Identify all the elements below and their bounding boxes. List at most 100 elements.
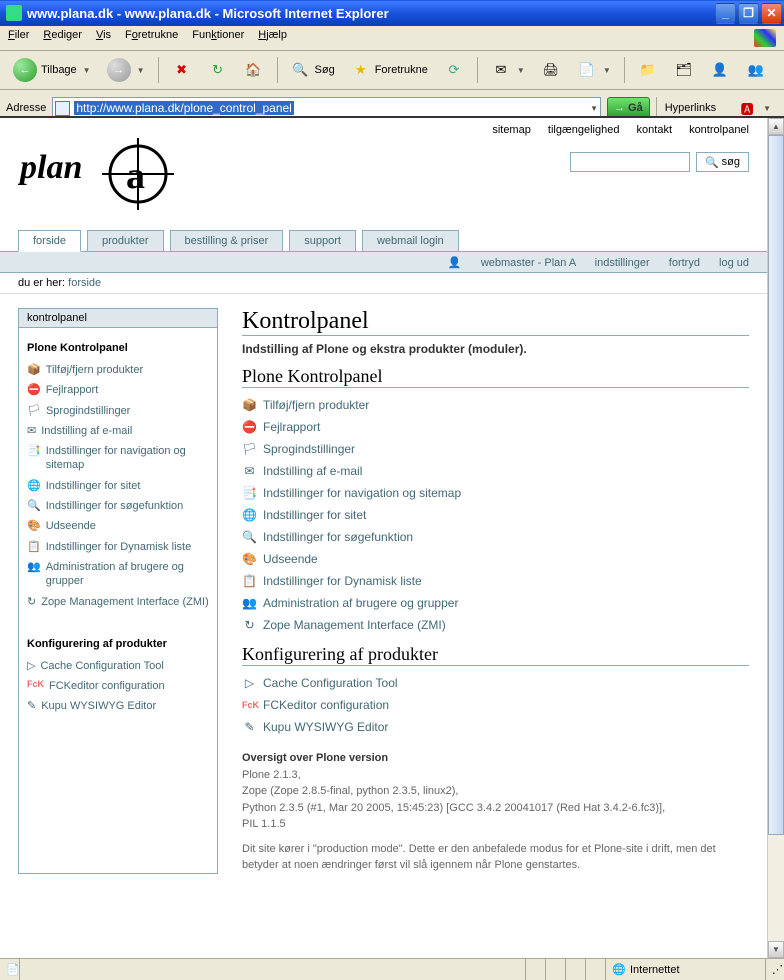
stop-button[interactable]: ✖: [165, 55, 199, 85]
tab-support[interactable]: support: [289, 230, 356, 251]
user-logout[interactable]: log ud: [719, 257, 749, 269]
sidebar-plone-item-9[interactable]: 👥Administration af brugere og grupper: [27, 557, 209, 592]
main-plone-link-0[interactable]: 📦Tilføj/fjern produkter: [242, 394, 749, 416]
sidebar-plone-item-8[interactable]: 📋Indstillinger for Dynamisk liste: [27, 537, 209, 557]
history-button[interactable]: ⟳: [437, 55, 471, 85]
main-product-link-2[interactable]: ✎Kupu WYSIWYG Editor: [242, 716, 749, 738]
main-plone-link-label-10: Zope Management Interface (ZMI): [263, 618, 446, 632]
page-content: plan a sitemap tilgængelighed kontakt ko…: [0, 118, 767, 958]
topnav-controlpanel[interactable]: kontrolpanel: [689, 124, 749, 136]
scroll-down-arrow[interactable]: ▼: [768, 941, 784, 958]
sidebar-plone-item-label-5: Indstillinger for sitet: [46, 479, 141, 493]
back-button[interactable]: ←Tilbage▼: [6, 55, 98, 85]
sidebar-plone-item-icon-6: 🔍: [27, 499, 41, 513]
resize-grip[interactable]: ⋰: [766, 959, 784, 980]
sidebar-plone-item-1[interactable]: ⛔Fejlrapport: [27, 380, 209, 400]
version-line-2: Python 2.3.5 (#1, Mar 20 2005, 15:45:23)…: [242, 800, 749, 817]
globe-icon: 🌐: [612, 963, 626, 977]
sidebar-plone-item-label-7: Udseende: [46, 519, 96, 533]
folder-button[interactable]: 📁: [631, 55, 665, 85]
main-plone-link-3[interactable]: ✉Indstilling af e-mail: [242, 460, 749, 482]
sidebar-plone-item-7[interactable]: 🎨Udseende: [27, 516, 209, 536]
sidebar-plone-item-4[interactable]: 📑Indstillinger for navigation og sitemap: [27, 441, 209, 476]
menu-view[interactable]: Vis: [96, 29, 111, 47]
sidebar-product-item-label-2: Kupu WYSIWYG Editor: [41, 699, 156, 713]
main-plone-link-6[interactable]: 🔍Indstillinger for søgefunktion: [242, 526, 749, 548]
scroll-thumb[interactable]: [768, 135, 784, 835]
home-button[interactable]: 🏠: [237, 55, 271, 85]
tool-button-3[interactable]: 👥: [739, 55, 773, 85]
sidebar-plone-item-10[interactable]: ↻ Zope Management Interface (ZMI): [27, 592, 209, 612]
refresh-button[interactable]: ↻: [201, 55, 235, 85]
main-plone-link-icon-0: 📦: [242, 398, 257, 412]
menu-edit[interactable]: Rediger: [43, 29, 82, 47]
sidebar-plone-item-label-10: Zope Management Interface (ZMI): [41, 595, 209, 609]
main-product-link-1[interactable]: FcKFCKeditor configuration: [242, 694, 749, 716]
security-zone[interactable]: 🌐 Internettet: [606, 959, 766, 980]
sidebar-product-item-1[interactable]: FcKFCKeditor configuration: [27, 676, 209, 696]
mail-button[interactable]: ✉▼: [484, 55, 532, 85]
main-plone-link-9[interactable]: 👥Administration af brugere og grupper: [242, 592, 749, 614]
site-search-input[interactable]: [570, 152, 690, 172]
version-line-3: PIL 1.1.5: [242, 816, 749, 833]
main-plone-link-label-8: Indstillinger for Dynamisk liste: [263, 574, 422, 588]
forward-button[interactable]: →▼: [100, 55, 152, 85]
sidebar-plone-item-5[interactable]: 🌐Indstillinger for sitet: [27, 476, 209, 496]
sidebar-plone-item-6[interactable]: 🔍Indstillinger for søgefunktion: [27, 496, 209, 516]
close-button[interactable]: ✕: [761, 3, 782, 24]
main-plone-link-2[interactable]: 🏳Sprogindstillinger: [242, 438, 749, 460]
sidebar-product-item-0[interactable]: ▷Cache Configuration Tool: [27, 656, 209, 676]
user-name[interactable]: webmaster - Plan A: [481, 257, 576, 269]
favorites-button[interactable]: ★Foretrukne: [344, 55, 435, 85]
tool-button-2[interactable]: 👤: [703, 55, 737, 85]
vertical-scrollbar[interactable]: ▲ ▼: [767, 118, 784, 958]
sidebar-plone-item-3[interactable]: ✉Indstilling af e-mail: [27, 421, 209, 441]
main-plone-link-icon-4: 📑: [242, 486, 257, 500]
sidebar-product-item-2[interactable]: ✎Kupu WYSIWYG Editor: [27, 696, 209, 716]
main-plone-link-4[interactable]: 📑 Indstillinger for navigation og sitemap: [242, 482, 749, 504]
sidebar-plone-item-icon-10: ↻: [27, 595, 36, 609]
tab-ordering[interactable]: bestilling & priser: [170, 230, 284, 251]
svg-text:a: a: [126, 155, 145, 197]
minimize-button[interactable]: _: [715, 3, 736, 24]
tab-webmail[interactable]: webmail login: [362, 230, 459, 251]
main-plone-link-7[interactable]: 🎨Udseende: [242, 548, 749, 570]
main-product-link-0[interactable]: ▷Cache Configuration Tool: [242, 672, 749, 694]
user-undo[interactable]: fortryd: [669, 257, 700, 269]
main-plone-link-5[interactable]: 🌐Indstillinger for sitet: [242, 504, 749, 526]
address-label: Adresse: [6, 102, 46, 114]
user-settings[interactable]: indstillinger: [595, 257, 650, 269]
main-plone-link-label-6: Indstillinger for søgefunktion: [263, 530, 413, 544]
main-plone-link-8[interactable]: 📋Indstillinger for Dynamisk liste: [242, 570, 749, 592]
search-button[interactable]: 🔍Søg: [284, 55, 342, 85]
breadcrumb-home[interactable]: forside: [68, 277, 101, 289]
sidebar-plone-item-0[interactable]: 📦Tilføj/fjern produkter: [27, 360, 209, 380]
tab-products[interactable]: produkter: [87, 230, 163, 251]
topnav-sitemap[interactable]: sitemap: [492, 124, 531, 136]
menubar: Filer Rediger Vis Foretrukne Funktioner …: [0, 26, 784, 51]
main-product-link-icon-1: FcK: [242, 700, 257, 710]
maximize-button[interactable]: ❐: [738, 3, 759, 24]
menu-help[interactable]: Hjælp: [258, 29, 287, 47]
menu-tools[interactable]: Funktioner: [192, 29, 244, 47]
print-button[interactable]: 🖨: [534, 55, 568, 85]
site-logo[interactable]: plan a: [18, 132, 178, 226]
portlet-section-plone: Plone Kontrolpanel: [27, 342, 209, 354]
menu-file[interactable]: Filer: [8, 29, 29, 47]
site-search-button[interactable]: 🔍søg: [696, 152, 749, 172]
main-plone-link-10[interactable]: ↻Zope Management Interface (ZMI): [242, 614, 749, 636]
address-dropdown-icon[interactable]: ▼: [590, 104, 598, 113]
sidebar-plone-item-2[interactable]: 🏳Sprogindstillinger: [27, 401, 209, 421]
menu-favorites[interactable]: Foretrukne: [125, 29, 178, 47]
main-product-link-icon-2: ✎: [242, 720, 257, 734]
topnav-contact[interactable]: kontakt: [637, 124, 672, 136]
topnav-accessibility[interactable]: tilgængelighed: [548, 124, 620, 136]
scroll-up-arrow[interactable]: ▲: [768, 118, 784, 135]
url-text[interactable]: http://www.plana.dk/plone_control_panel: [74, 101, 293, 115]
main-plone-link-1[interactable]: ⛔Fejlrapport: [242, 416, 749, 438]
portlet-header: kontrolpanel: [19, 309, 217, 328]
edit-button[interactable]: 📄▼: [570, 55, 618, 85]
tool-button-1[interactable]: 🗂: [667, 55, 701, 85]
main-plone-link-label-4: Indstillinger for navigation og sitemap: [263, 486, 461, 500]
tab-home[interactable]: forside: [18, 230, 81, 252]
